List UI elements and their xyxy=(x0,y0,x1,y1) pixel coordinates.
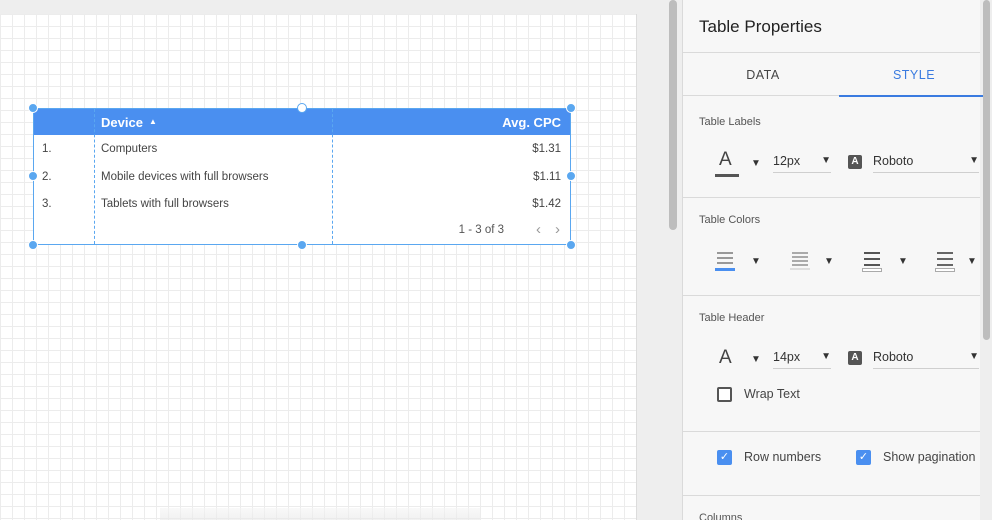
chevron-down-icon: ▼ xyxy=(969,155,979,166)
font-family-select[interactable]: Roboto ▼ xyxy=(873,347,979,369)
row-numbers-label[interactable]: Row numbers xyxy=(744,450,821,464)
row-color-icon[interactable] xyxy=(789,250,811,270)
resize-handle-bottom-left[interactable] xyxy=(28,240,38,250)
row-cpc: $1.42 xyxy=(532,198,561,210)
header-device[interactable]: Device xyxy=(101,115,143,130)
resize-handle-bottom[interactable] xyxy=(297,240,307,250)
font-family-value: Roboto xyxy=(873,350,914,364)
font-color-bar xyxy=(715,174,739,177)
chevron-down-icon: ▼ xyxy=(969,351,979,362)
chevron-down-icon: ▼ xyxy=(821,351,831,362)
resize-handle-left[interactable] xyxy=(28,171,38,181)
report-canvas[interactable] xyxy=(0,14,637,520)
font-family-icon: A xyxy=(848,155,862,169)
section-title-columns: Columns xyxy=(699,512,743,520)
header-color-icon[interactable] xyxy=(714,250,736,271)
resize-handle-top-right[interactable] xyxy=(566,103,576,113)
canvas-scrollbar[interactable] xyxy=(669,0,677,230)
panel-title: Table Properties xyxy=(699,17,822,36)
row-number: 3. xyxy=(42,198,52,210)
next-page-icon[interactable]: › xyxy=(555,222,560,237)
chevron-down-icon[interactable]: ▼ xyxy=(751,256,761,267)
chevron-down-icon[interactable]: ▼ xyxy=(751,158,761,169)
chevron-down-icon[interactable]: ▼ xyxy=(967,256,977,267)
section-table-colors: Table Colors ▼ ▼ ▼ ▼ xyxy=(683,198,980,296)
row-device: Tablets with full browsers xyxy=(101,198,229,210)
chevron-down-icon[interactable]: ▼ xyxy=(751,354,761,365)
section-title: Table Colors xyxy=(699,214,761,226)
panel-tabs: DATA STYLE xyxy=(683,52,989,97)
properties-panel: Table Properties DATA STYLE Table Labels… xyxy=(682,0,989,520)
row-device: Mobile devices with full browsers xyxy=(101,171,269,183)
row-numbers-checkbox[interactable]: ✓ xyxy=(717,450,732,465)
font-size-select[interactable]: 12px ▼ xyxy=(773,151,831,173)
pagination-text: 1 - 3 of 3 xyxy=(458,224,504,236)
pagination: 1 - 3 of 3 ‹ › xyxy=(458,222,560,237)
resize-handle-right[interactable] xyxy=(566,171,576,181)
row-device: Computers xyxy=(101,143,158,155)
font-family-icon: A xyxy=(848,351,862,365)
chevron-down-icon[interactable]: ▼ xyxy=(824,256,834,267)
show-pagination-label[interactable]: Show pagination xyxy=(883,450,975,464)
table-row: 2. Mobile devices with full browsers $1.… xyxy=(34,164,570,191)
row-number: 1. xyxy=(42,143,52,155)
table-widget[interactable]: Device ▲ Avg. CPC 1. Computers $1.31 2. … xyxy=(33,108,571,245)
font-color-icon[interactable]: A xyxy=(719,347,732,369)
sort-asc-icon[interactable]: ▲ xyxy=(149,117,157,126)
resize-handle-top[interactable] xyxy=(297,103,307,113)
chevron-down-icon[interactable]: ▼ xyxy=(898,256,908,267)
resize-handle-top-left[interactable] xyxy=(28,103,38,113)
table-row: 3. Tablets with full browsers $1.42 xyxy=(34,191,570,218)
font-glyph: A xyxy=(719,347,732,368)
canvas-shadow xyxy=(160,508,480,520)
wrap-text-checkbox[interactable] xyxy=(717,387,732,402)
tab-style[interactable]: STYLE xyxy=(839,53,989,97)
wrap-text-label[interactable]: Wrap Text xyxy=(744,387,800,401)
table-row: 1. Computers $1.31 xyxy=(34,136,570,163)
section-table-labels: Table Labels A ▼ 12px ▼ A Roboto ▼ xyxy=(683,96,980,198)
font-family-value: Roboto xyxy=(873,154,914,168)
chevron-down-icon: ▼ xyxy=(821,155,831,166)
font-family-select[interactable]: Roboto ▼ xyxy=(873,151,979,173)
row-cpc: $1.11 xyxy=(533,171,561,183)
section-title: Table Labels xyxy=(699,116,761,128)
header-avg-cpc[interactable]: Avg. CPC xyxy=(502,115,561,130)
section-options: ✓ Row numbers ✓ Show pagination xyxy=(683,432,980,496)
font-size-value: 14px xyxy=(773,350,801,364)
tab-data[interactable]: DATA xyxy=(688,53,838,97)
font-size-value: 12px xyxy=(773,154,801,168)
font-color-icon[interactable]: A xyxy=(715,149,739,177)
prev-page-icon[interactable]: ‹ xyxy=(536,222,541,237)
resize-handle-bottom-right[interactable] xyxy=(566,240,576,250)
show-pagination-checkbox[interactable]: ✓ xyxy=(856,450,871,465)
background-color-icon[interactable] xyxy=(934,250,956,272)
font-glyph: A xyxy=(719,149,732,170)
panel-scrollbar[interactable] xyxy=(983,0,990,340)
row-number: 2. xyxy=(42,171,52,183)
font-size-select[interactable]: 14px ▼ xyxy=(773,347,831,369)
row-cpc: $1.31 xyxy=(532,143,561,155)
section-table-header: Table Header A ▼ 14px ▼ A Roboto ▼ Wrap … xyxy=(683,296,980,432)
section-title: Table Header xyxy=(699,312,765,324)
border-color-icon[interactable] xyxy=(861,250,883,272)
